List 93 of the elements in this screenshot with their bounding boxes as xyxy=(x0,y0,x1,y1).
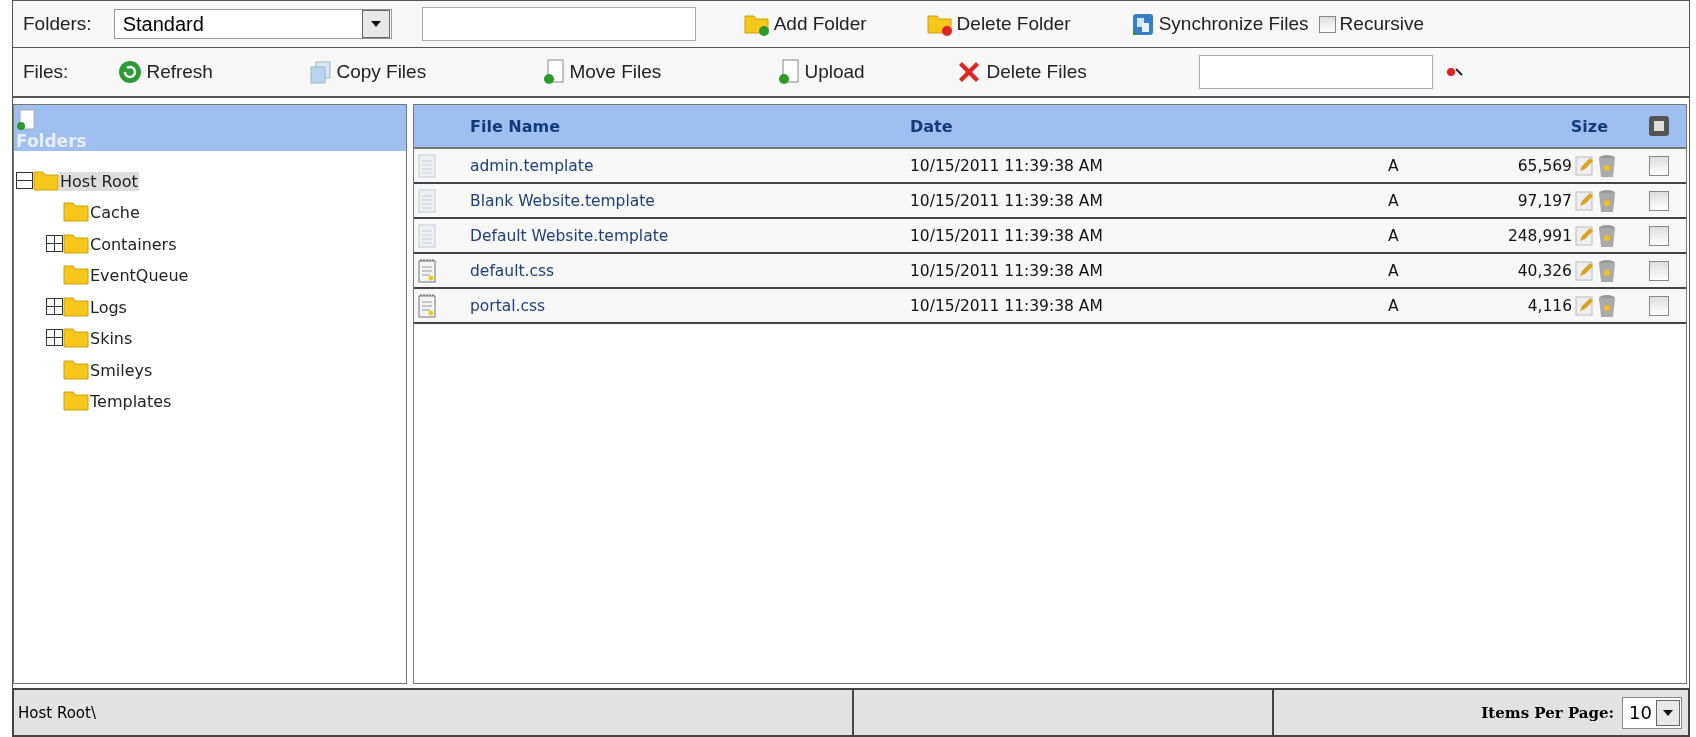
column-header[interactable]: Size xyxy=(1486,116,1616,136)
collapse-icon[interactable] xyxy=(16,171,33,189)
notepad-icon xyxy=(418,258,436,283)
size-cell: 40,326 xyxy=(1517,261,1572,280)
trash-icon[interactable] xyxy=(1598,258,1616,283)
toolbar-button[interactable]: Upload xyxy=(778,59,957,85)
size-cell: 65,569 xyxy=(1517,156,1572,175)
toolbar-label: Folders: xyxy=(23,13,92,35)
edit-icon[interactable] xyxy=(1575,294,1595,317)
edit-icon[interactable] xyxy=(1575,259,1595,282)
tree-item[interactable]: Host Root xyxy=(59,171,139,191)
expand-icon[interactable] xyxy=(46,234,63,252)
column-header[interactable]: File Name xyxy=(470,116,910,136)
date-cell-text: 10/15/2011 11:39:38 AM xyxy=(910,261,1104,280)
trash-icon[interactable] xyxy=(1598,188,1616,213)
toolbar-button[interactable]: Synchronize Files xyxy=(1130,11,1309,37)
refresh-icon xyxy=(118,60,143,84)
toolbar-button[interactable]: Move Files xyxy=(543,59,779,85)
folder-icon xyxy=(63,389,89,411)
row-checkbox[interactable] xyxy=(1649,225,1669,246)
items-per-page-select[interactable]: 10 xyxy=(1622,696,1682,729)
document-icon xyxy=(418,223,436,248)
document-icon xyxy=(418,153,436,178)
toolbar-button[interactable]: Refresh xyxy=(118,60,309,84)
expand-icon[interactable] xyxy=(46,297,63,315)
copy-icon xyxy=(308,60,333,84)
caret-icon xyxy=(370,21,381,27)
edit-icon[interactable] xyxy=(1575,224,1595,247)
folder-select[interactable]: Standard xyxy=(113,9,392,39)
trash-icon[interactable] xyxy=(1598,293,1616,318)
column-header[interactable]: Date xyxy=(910,116,1385,136)
tree-item[interactable]: Skins xyxy=(89,329,134,348)
checkbox[interactable] xyxy=(1318,15,1336,33)
size-cell: 97,197 xyxy=(1517,191,1572,210)
toolbar-button[interactable]: Copy Files xyxy=(308,60,544,84)
date-cell-text: 10/15/2011 11:39:38 AM xyxy=(910,156,1104,175)
attribute-cell-text: A xyxy=(1387,261,1400,280)
file-name-link[interactable]: admin.template xyxy=(470,156,910,175)
toolbar-button[interactable]: Add Folder xyxy=(743,12,867,36)
tree-item[interactable]: Smileys xyxy=(89,360,154,380)
tree-item[interactable]: Cache xyxy=(89,203,141,222)
items-per-page-label: Items Per Page: xyxy=(1481,703,1615,722)
folder-icon xyxy=(33,168,59,191)
date-cell-text: 10/15/2011 11:39:38 AM xyxy=(910,191,1104,210)
current-path: Host Root\ xyxy=(18,703,96,722)
recursive-checkbox[interactable]: Recursive xyxy=(1318,13,1425,35)
date-cell-text: 10/15/2011 11:39:38 AM xyxy=(910,226,1104,245)
toolbar-button[interactable]: Delete Files xyxy=(956,59,1087,85)
toolbar-label: Files: xyxy=(23,61,69,83)
tree-item[interactable]: Logs xyxy=(89,297,128,317)
attribute-cell-text: A xyxy=(1387,191,1400,210)
size-cell: 4,116 xyxy=(1527,296,1572,315)
tree-item[interactable]: Containers xyxy=(89,234,178,254)
expand-icon[interactable] xyxy=(46,329,63,346)
document-icon xyxy=(16,109,36,131)
trash-icon[interactable] xyxy=(1598,153,1616,178)
attribute-cell-text: A xyxy=(1387,226,1400,245)
tree-item[interactable]: EventQueue xyxy=(89,266,190,285)
folder-icon xyxy=(63,231,89,254)
row-checkbox[interactable] xyxy=(1649,155,1669,176)
select-all-icon[interactable] xyxy=(1648,115,1670,137)
attribute-cell-text: A xyxy=(1387,156,1400,175)
document-icon xyxy=(418,188,436,213)
file-name-link[interactable]: default.css xyxy=(470,261,910,280)
search-field[interactable] xyxy=(1198,55,1433,89)
tree-item[interactable]: Templates xyxy=(89,392,173,411)
panel-title: Folders xyxy=(16,131,88,151)
file-name-link[interactable]: portal.css xyxy=(470,296,910,315)
folder-icon xyxy=(63,200,89,222)
edit-icon[interactable] xyxy=(1575,154,1595,177)
folder-icon xyxy=(63,263,89,285)
file-name-link[interactable]: Default Website.template xyxy=(470,226,910,245)
toolbar-button[interactable]: Delete Folder xyxy=(926,12,1071,36)
row-checkbox[interactable] xyxy=(1649,295,1669,316)
folder-icon xyxy=(63,326,89,348)
folder-icon xyxy=(63,357,89,380)
folder-delete-icon xyxy=(926,12,953,36)
document-icon xyxy=(543,59,566,85)
document-icon xyxy=(778,59,801,85)
folder-name-field[interactable] xyxy=(421,7,696,41)
edit-icon[interactable] xyxy=(1575,189,1595,212)
size-cell: 248,991 xyxy=(1507,226,1572,245)
row-checkbox[interactable] xyxy=(1649,260,1669,281)
trash-icon[interactable] xyxy=(1598,223,1616,248)
date-cell-text: 10/15/2011 11:39:38 AM xyxy=(910,296,1104,315)
sync-icon xyxy=(1130,11,1155,37)
notepad-icon xyxy=(418,293,436,318)
file-name-link[interactable]: Blank Website.template xyxy=(470,191,910,210)
caret-icon xyxy=(1663,709,1673,716)
folder-icon xyxy=(63,294,89,317)
attribute-cell-text: A xyxy=(1387,296,1400,315)
folder-add-icon xyxy=(743,12,770,36)
row-checkbox[interactable] xyxy=(1649,190,1669,211)
